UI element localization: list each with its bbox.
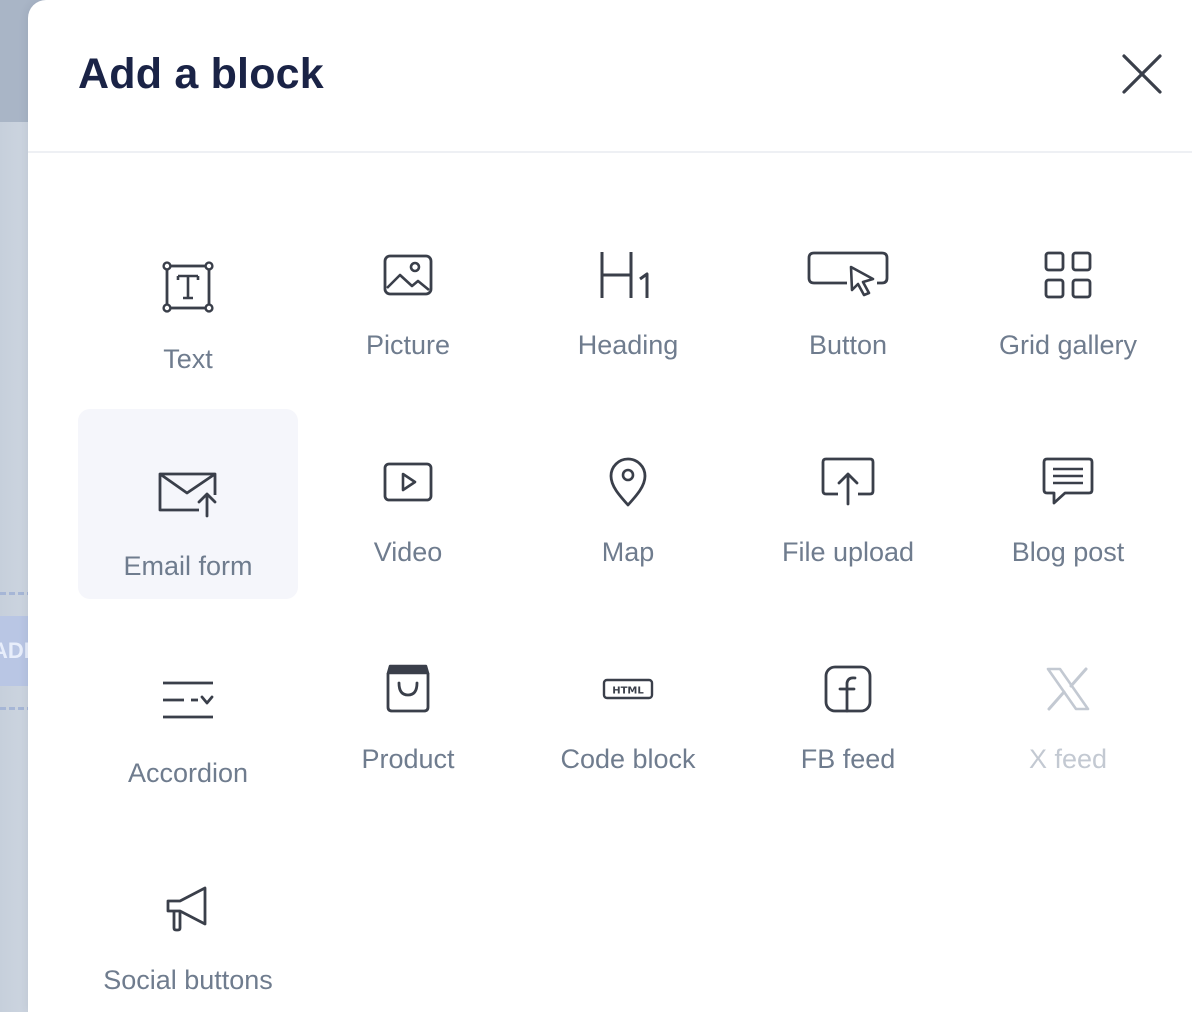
- block-label: Code block: [560, 744, 696, 774]
- block-label: Accordion: [127, 758, 249, 788]
- html-code-icon: HTML: [595, 656, 661, 722]
- close-button[interactable]: [1114, 46, 1170, 102]
- block-map[interactable]: Map: [518, 409, 738, 599]
- map-pin-icon: [595, 449, 661, 515]
- block-label: Text: [163, 344, 213, 374]
- block-label: X feed: [1028, 744, 1108, 774]
- text-icon: [155, 254, 221, 320]
- block-grid: Text Picture Heading Button Grid gallery…: [78, 202, 1178, 1012]
- block-label: Button: [808, 330, 888, 360]
- picture-icon: [375, 242, 441, 308]
- block-social-buttons[interactable]: Social buttons: [78, 823, 298, 1012]
- close-icon: [1122, 54, 1162, 94]
- add-block-panel: Add a block Text Picture Heading Button …: [28, 0, 1192, 1012]
- email-form-icon: [155, 461, 221, 527]
- block-grid-gallery[interactable]: Grid gallery: [958, 202, 1178, 392]
- panel-header: Add a block: [28, 0, 1192, 153]
- block-blog-post[interactable]: Blog post: [958, 409, 1178, 599]
- button-icon: [807, 242, 889, 308]
- block-code-block[interactable]: HTML Code block: [518, 616, 738, 806]
- shopping-bag-icon: [375, 656, 441, 722]
- block-label: Email form: [123, 551, 253, 581]
- block-x-feed[interactable]: X feed: [958, 616, 1178, 806]
- block-label: Blog post: [1011, 537, 1125, 567]
- block-accordion[interactable]: Accordion: [78, 616, 298, 806]
- facebook-icon: [815, 656, 881, 722]
- block-email-form[interactable]: Email form: [78, 409, 298, 599]
- block-label: Grid gallery: [998, 330, 1138, 360]
- block-video[interactable]: Video: [298, 409, 518, 599]
- block-text[interactable]: Text: [78, 202, 298, 392]
- video-icon: [375, 449, 441, 515]
- block-heading[interactable]: Heading: [518, 202, 738, 392]
- block-file-upload[interactable]: File upload: [738, 409, 958, 599]
- heading-icon: [595, 242, 661, 308]
- block-label: Video: [373, 537, 443, 567]
- file-upload-icon: [815, 449, 881, 515]
- svg-text:HTML: HTML: [612, 686, 644, 697]
- x-logo-icon: [1035, 656, 1101, 722]
- block-button[interactable]: Button: [738, 202, 958, 392]
- block-label: Picture: [365, 330, 451, 360]
- block-label: Social buttons: [103, 965, 273, 995]
- block-label: FB feed: [800, 744, 896, 774]
- grid-gallery-icon: [1035, 242, 1101, 308]
- accordion-icon: [155, 668, 221, 734]
- block-label: Map: [601, 537, 655, 567]
- block-label: Product: [361, 744, 455, 774]
- block-picture[interactable]: Picture: [298, 202, 518, 392]
- block-fb-feed[interactable]: FB feed: [738, 616, 958, 806]
- megaphone-icon: [155, 875, 221, 941]
- block-label: Heading: [577, 330, 679, 360]
- block-product[interactable]: Product: [298, 616, 518, 806]
- block-label: File upload: [781, 537, 915, 567]
- blog-post-icon: [1035, 449, 1101, 515]
- panel-title: Add a block: [78, 50, 324, 98]
